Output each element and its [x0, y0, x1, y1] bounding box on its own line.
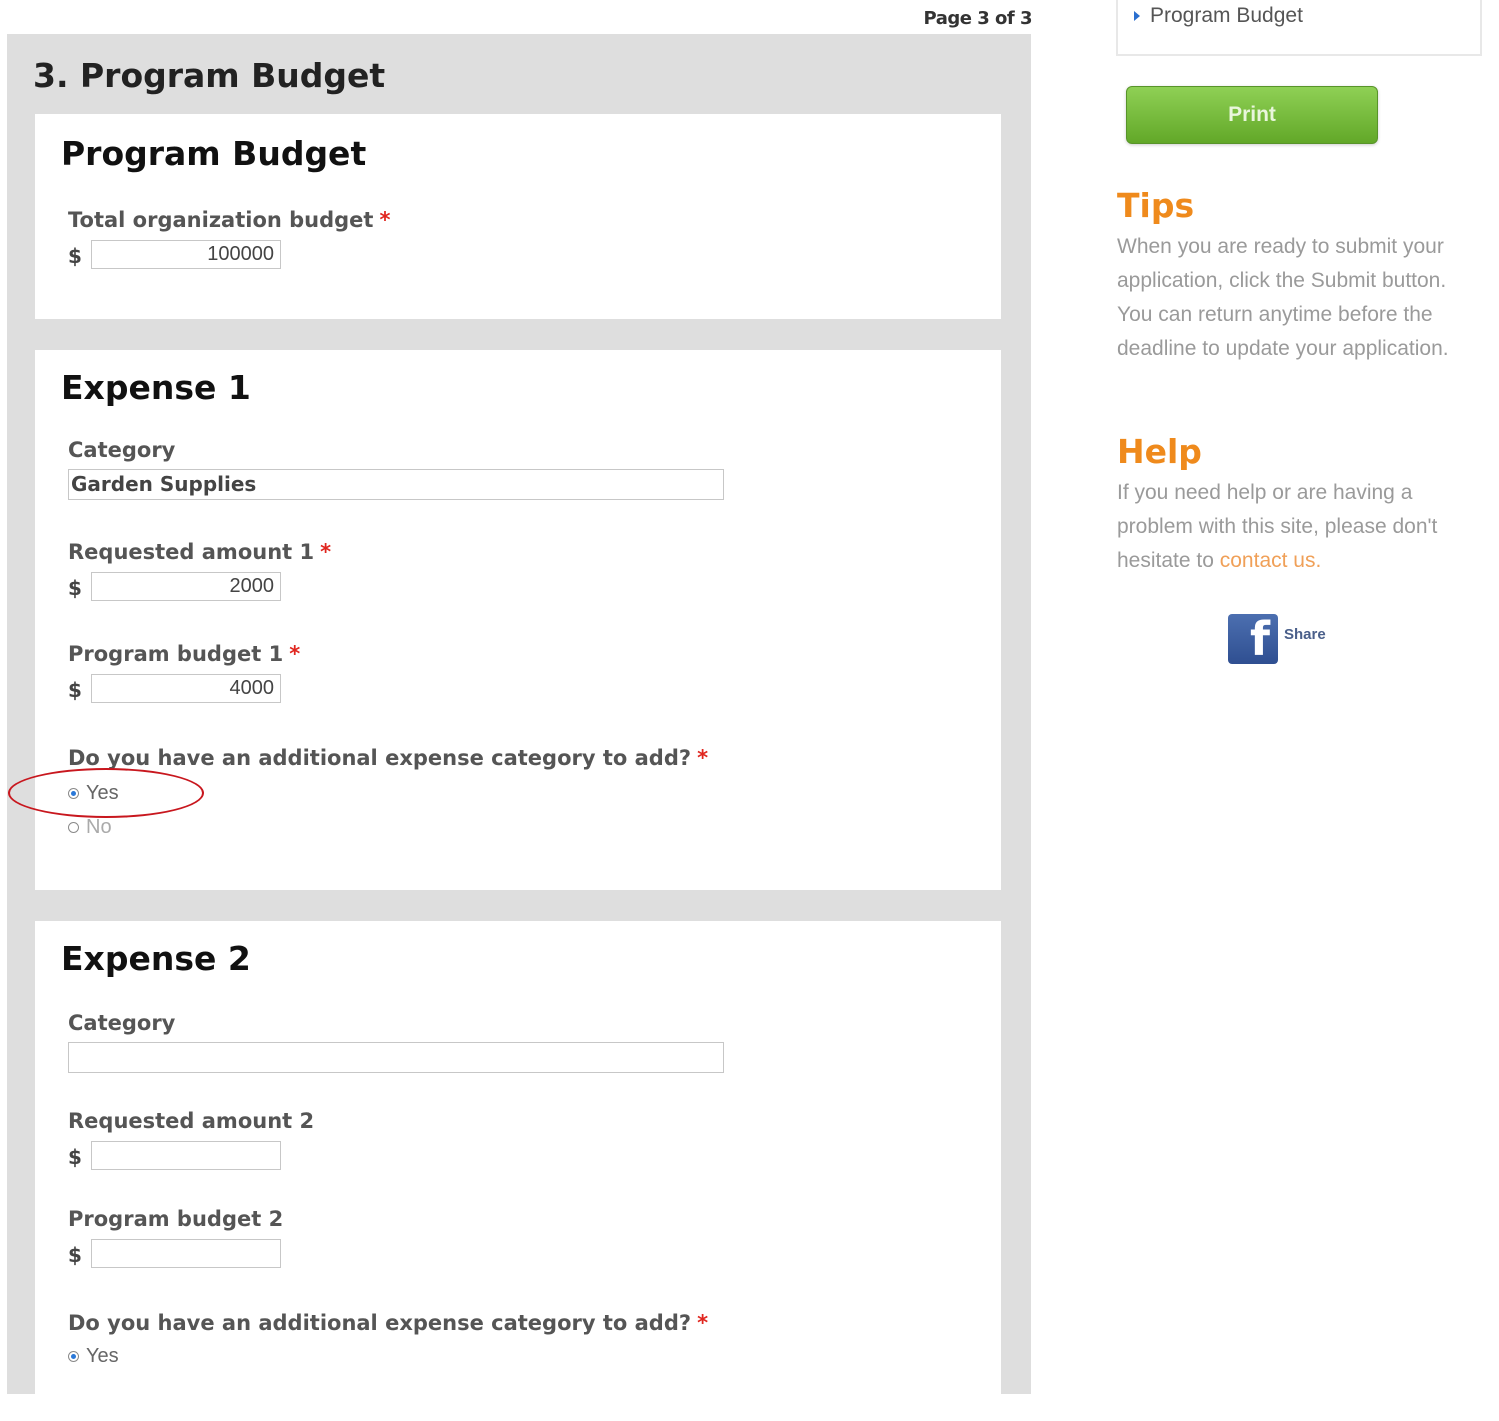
category-label: Category [68, 1011, 176, 1035]
requested-amount-label-text: Requested amount 1 [68, 540, 315, 564]
program-budget-label-text: Program budget 1 [68, 642, 284, 666]
radio-no[interactable]: No [68, 816, 112, 839]
required-marker: * [289, 642, 301, 666]
currency-symbol: $ [68, 1145, 82, 1169]
category-label: Category [68, 438, 176, 462]
currency-symbol: $ [68, 678, 82, 702]
program-budget-label: Program budget 2 [68, 1207, 284, 1231]
additional-expense-question: Do you have an additional expense catego… [68, 746, 708, 770]
nav-item-label: Program Budget [1150, 4, 1303, 27]
program-budget-input[interactable]: 4000 [91, 674, 281, 703]
share-label[interactable]: Share [1284, 626, 1326, 643]
total-budget-label-text: Total organization budget [68, 208, 374, 232]
print-button[interactable]: Print [1126, 86, 1378, 144]
category-input[interactable] [68, 1042, 724, 1073]
required-marker: * [320, 540, 332, 564]
contact-us-link[interactable]: contact us. [1220, 549, 1322, 572]
additional-expense-question-text: Do you have an additional expense catego… [68, 1311, 692, 1335]
requested-amount-label: Requested amount 1 * [68, 540, 331, 564]
section-heading: Program Budget [61, 134, 367, 173]
radio-yes-label: Yes [86, 1345, 119, 1367]
required-marker: * [379, 208, 391, 232]
radio-unselected-icon[interactable] [68, 822, 79, 833]
expense-2-section: Expense 2 Category Requested amount 2 $ … [35, 921, 1001, 1421]
total-budget-input[interactable]: 100000 [91, 240, 281, 269]
facebook-share-button[interactable]: f Share [1228, 614, 1326, 664]
program-budget-label: Program budget 1 * [68, 642, 300, 666]
radio-yes[interactable]: Yes [68, 1345, 119, 1368]
program-budget-section: Program Budget Total organization budget… [35, 114, 1001, 319]
required-marker: * [697, 1311, 709, 1335]
help-heading: Help [1117, 432, 1202, 471]
tips-heading: Tips [1117, 186, 1195, 225]
tips-text: When you are ready to submit your applic… [1117, 235, 1449, 360]
annotation-circle [8, 768, 204, 818]
total-budget-label: Total organization budget * [68, 208, 390, 232]
requested-amount-label: Requested amount 2 [68, 1109, 315, 1133]
section-heading: Expense 2 [61, 939, 251, 978]
section-heading: Expense 1 [61, 368, 251, 407]
page-indicator: Page 3 of 3 [923, 8, 1033, 29]
category-input[interactable]: Garden Supplies [68, 469, 724, 500]
program-budget-input[interactable] [91, 1239, 281, 1268]
section-nav: Program Budget [1116, 0, 1482, 56]
additional-expense-question: Do you have an additional expense catego… [68, 1311, 708, 1335]
requested-amount-input[interactable] [91, 1141, 281, 1170]
additional-expense-question-text: Do you have an additional expense catego… [68, 746, 692, 770]
radio-selected-icon[interactable] [68, 1351, 79, 1362]
help-text: If you need help or are having a problem… [1117, 476, 1487, 578]
currency-symbol: $ [68, 244, 82, 268]
required-marker: * [697, 746, 709, 770]
nav-item-program-budget[interactable]: Program Budget [1134, 4, 1303, 28]
currency-symbol: $ [68, 576, 82, 600]
requested-amount-input[interactable]: 2000 [91, 572, 281, 601]
arrow-right-icon [1134, 11, 1140, 21]
form-panel: 3. Program Budget Program Budget Total o… [7, 34, 1031, 1421]
radio-no-label: No [86, 816, 112, 838]
facebook-icon[interactable]: f [1228, 614, 1278, 664]
page-title: 3. Program Budget [33, 56, 386, 95]
currency-symbol: $ [68, 1243, 82, 1267]
